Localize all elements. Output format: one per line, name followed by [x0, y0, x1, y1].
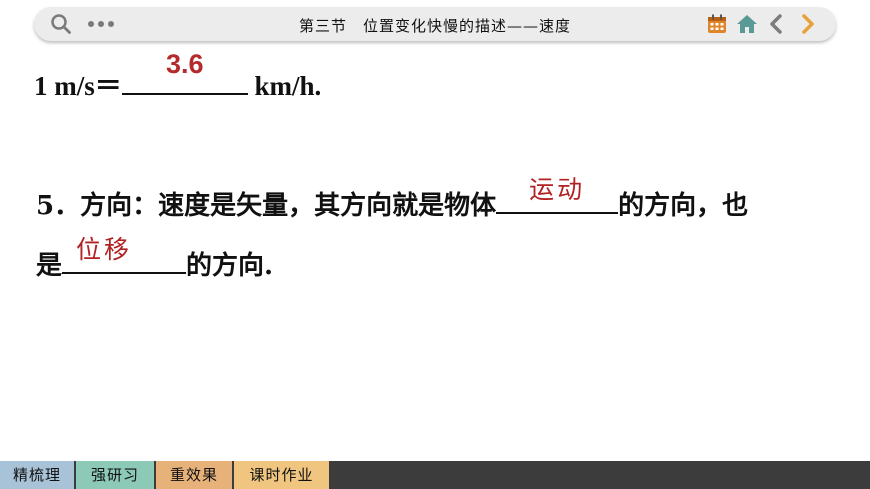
answer-text-2: 运动 — [529, 175, 586, 204]
line1-suffix: km/h. — [247, 71, 322, 101]
line1-prefix: 1 m/s＝ — [34, 71, 122, 101]
tab-zhong-xiao-guo[interactable]: 重效果 — [156, 461, 232, 489]
line3-suffix: 的方向. — [186, 251, 274, 281]
forward-arrow-icon[interactable] — [796, 13, 818, 35]
question-line-unit-conversion: 1 m/s＝ 3.6 km/h. — [34, 49, 322, 103]
back-arrow-icon[interactable] — [766, 13, 788, 35]
top-toolbar: 第三节 位置变化快慢的描述——速度 — [34, 7, 836, 41]
calendar-icon[interactable] — [706, 13, 728, 35]
answer-text-1: 3.6 — [165, 49, 204, 79]
answer-blank-2: 运动 — [496, 175, 619, 214]
tab-ke-shi-zuo-ye[interactable]: 课时作业 — [234, 461, 329, 489]
answer-text-3: 位移 — [76, 235, 133, 264]
answer-blank-3: 位移 — [62, 235, 187, 274]
bottom-tab-bar: 精梳理 强研习 重效果 课时作业 — [0, 461, 870, 489]
nav-icons — [706, 13, 818, 35]
answer-blank-1: 3.6 — [121, 49, 248, 95]
question-line-direction: 5．方向：速度是矢量，其方向就是物体 运动的方向，也 — [36, 175, 749, 222]
line3-prefix: 是 — [36, 251, 63, 281]
home-icon[interactable] — [736, 13, 758, 35]
line2-suffix: 的方向，也 — [618, 191, 749, 221]
line2-prefix: 5．方向：速度是矢量，其方向就是物体 — [36, 191, 497, 221]
question-line-direction-cont: 是位移的方向. — [36, 235, 274, 282]
tab-qiang-yan-xi[interactable]: 强研习 — [76, 461, 154, 489]
tab-jing-shu-li[interactable]: 精梳理 — [0, 461, 74, 489]
